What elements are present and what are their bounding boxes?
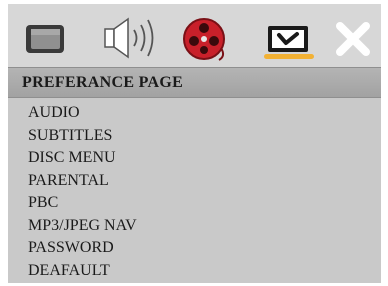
menu-item-subtitles[interactable]: SUBTITLES [8, 125, 381, 148]
osd-screen: PREFERANCE PAGE AUDIO SUBTITLES DISC MEN… [8, 4, 381, 283]
menu-item-audio[interactable]: AUDIO [8, 102, 381, 125]
page-title: PREFERANCE PAGE [22, 74, 184, 91]
menu-item-mp3-jpeg-nav[interactable]: MP3/JPEG NAV [8, 215, 381, 238]
tv-screen-icon[interactable] [24, 14, 68, 62]
tab-bar [8, 4, 381, 67]
menu-item-pbc[interactable]: PBC [8, 192, 381, 215]
speaker-icon[interactable] [102, 14, 164, 62]
preference-menu: AUDIO SUBTITLES DISC MENU PARENTAL PBC M… [8, 102, 381, 282]
menu-item-password[interactable]: PASSWORD [8, 237, 381, 260]
menu-item-default[interactable]: DEAFAULT [8, 260, 381, 283]
film-reel-icon[interactable] [181, 14, 229, 62]
menu-item-disc-menu[interactable]: DISC MENU [8, 147, 381, 170]
menu-item-parental[interactable]: PARENTAL [8, 170, 381, 193]
checkbox-icon[interactable] [260, 14, 318, 62]
page-title-bar: PREFERANCE PAGE [8, 67, 381, 98]
exit-x-icon[interactable] [332, 14, 376, 62]
